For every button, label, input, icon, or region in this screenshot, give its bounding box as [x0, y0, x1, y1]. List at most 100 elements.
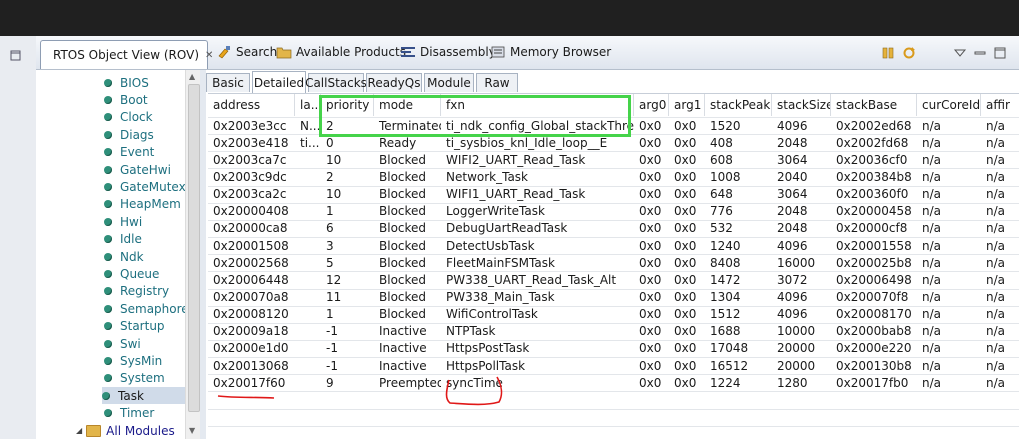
table-cell[interactable]: 9 [321, 374, 374, 391]
table-cell[interactable]: 0x20036cf0 [831, 151, 917, 168]
table-cell[interactable]: 0x200070a8 [208, 289, 295, 306]
tree-item-startup[interactable]: Startup [104, 318, 165, 335]
table-cell[interactable]: Blocked [374, 271, 441, 288]
table-cell[interactable]: 2040 [772, 168, 831, 185]
table-cell[interactable]: 0x20009a18 [208, 323, 295, 340]
table-cell[interactable]: 0x0 [634, 254, 669, 271]
scrollbar-thumb[interactable] [188, 84, 200, 412]
table-cell[interactable]: -1 [321, 323, 374, 340]
table-cell[interactable]: Blocked [374, 186, 441, 203]
table-cell[interactable]: Blocked [374, 254, 441, 271]
table-cell[interactable]: 0x0 [634, 237, 669, 254]
table-cell[interactable]: NTPTask [441, 323, 634, 340]
table-cell[interactable]: 0x0 [634, 117, 669, 134]
table-cell[interactable]: n/a [981, 323, 1019, 340]
tree-item-hwi[interactable]: Hwi [104, 213, 142, 230]
table-cell[interactable]: Blocked [374, 237, 441, 254]
tree-item-gatemutex[interactable]: GateMutex [104, 178, 186, 195]
rov-view-tab[interactable]: RTOS Object View (ROV) ✕ [40, 40, 213, 69]
table-cell[interactable]: 0x0 [669, 374, 705, 391]
table-cell[interactable]: 0x2003c9dc [208, 168, 295, 185]
table-cell[interactable]: 0x20001558 [831, 237, 917, 254]
table-cell[interactable]: 0x2003e418 [208, 134, 295, 151]
table-cell[interactable]: 1 [321, 306, 374, 323]
table-cell[interactable]: n/a [981, 220, 1019, 237]
table-cell[interactable]: n/a [981, 237, 1019, 254]
table-cell[interactable] [295, 203, 321, 220]
table-cell[interactable]: DebugUartReadTask [441, 220, 634, 237]
table-cell[interactable]: 0x20000458 [831, 203, 917, 220]
tree-item-timer[interactable]: Timer [104, 405, 154, 422]
table-cell[interactable]: n/a [917, 271, 981, 288]
table-cell[interactable]: 4096 [772, 117, 831, 134]
table-cell[interactable] [295, 306, 321, 323]
table-cell[interactable]: 6 [321, 220, 374, 237]
table-cell[interactable]: 3 [321, 237, 374, 254]
table-cell[interactable]: 0x0 [634, 357, 669, 374]
table-cell[interactable]: 532 [705, 220, 772, 237]
table-cell[interactable]: 0 [321, 134, 374, 151]
table-cell[interactable]: 1688 [705, 323, 772, 340]
table-cell[interactable]: WIFI2_UART_Read_Task [441, 151, 634, 168]
refresh-icon[interactable] [902, 46, 916, 60]
table-cell[interactable]: HttpsPostTask [441, 340, 634, 357]
column-header-affir[interactable]: affir [981, 94, 1019, 116]
table-cell[interactable] [295, 151, 321, 168]
table-cell[interactable]: 0x0 [669, 340, 705, 357]
table-cell[interactable]: -1 [321, 340, 374, 357]
table-cell[interactable]: 0x0 [669, 220, 705, 237]
table-cell[interactable]: ti_sysbios_knl_Idle_loop__E [441, 134, 634, 151]
tree-item-ndk[interactable]: Ndk [104, 248, 144, 265]
table-cell[interactable]: 2 [321, 117, 374, 134]
table-cell[interactable]: n/a [981, 340, 1019, 357]
table-cell[interactable]: 776 [705, 203, 772, 220]
column-header-fxn[interactable]: fxn [441, 94, 634, 116]
table-cell[interactable]: Network_Task [441, 168, 634, 185]
column-header-curcoreid[interactable]: curCoreId [917, 94, 981, 116]
table-cell[interactable]: n/a [981, 117, 1019, 134]
table-cell[interactable]: 0x0 [669, 323, 705, 340]
table-cell[interactable] [295, 323, 321, 340]
table-cell[interactable]: 1472 [705, 271, 772, 288]
table-cell[interactable]: 1304 [705, 289, 772, 306]
table-cell[interactable]: WifiControlTask [441, 306, 634, 323]
table-cell[interactable]: 0x0 [669, 186, 705, 203]
table-cell[interactable]: 1224 [705, 374, 772, 391]
table-cell[interactable]: 4096 [772, 237, 831, 254]
tree-item-semaphore[interactable]: Semaphore [104, 300, 189, 317]
column-header-address[interactable]: address [208, 94, 295, 116]
tree-item-all-modules[interactable]: ◢ All Modules [76, 422, 175, 439]
table-cell[interactable]: Blocked [374, 306, 441, 323]
tree-item-boot[interactable]: Boot [104, 91, 148, 108]
close-icon[interactable]: ✕ [205, 50, 213, 61]
table-cell[interactable]: n/a [917, 186, 981, 203]
table-cell[interactable]: 0x20000408 [208, 203, 295, 220]
table-cell[interactable]: 2048 [772, 203, 831, 220]
tree-item-clock[interactable]: Clock [104, 109, 153, 126]
tree-item-idle[interactable]: Idle [104, 231, 142, 248]
table-cell[interactable]: 1280 [772, 374, 831, 391]
table-cell[interactable]: 0x20001508 [208, 237, 295, 254]
table-cell[interactable]: 0x200384b8 [831, 168, 917, 185]
restore-icon[interactable] [10, 50, 21, 61]
table-cell[interactable]: 0x0 [634, 134, 669, 151]
table-cell[interactable]: Inactive [374, 340, 441, 357]
tree-item-queue[interactable]: Queue [104, 265, 159, 282]
table-cell[interactable]: Inactive [374, 323, 441, 340]
tree-item-swi[interactable]: Swi [104, 335, 141, 352]
table-cell[interactable]: 0x0 [669, 271, 705, 288]
column-header-arg1[interactable]: arg1 [669, 94, 705, 116]
table-cell[interactable]: n/a [917, 306, 981, 323]
table-cell[interactable]: 1008 [705, 168, 772, 185]
tree-item-sysmin[interactable]: SysMin [104, 352, 162, 369]
table-cell[interactable]: n/a [981, 271, 1019, 288]
table-cell[interactable]: n/a [981, 168, 1019, 185]
table-cell[interactable]: 10 [321, 186, 374, 203]
table-cell[interactable]: 0x0 [669, 306, 705, 323]
table-cell[interactable]: 0x2003ca7c [208, 151, 295, 168]
tree-item-bios[interactable]: BIOS [104, 74, 149, 91]
table-cell[interactable]: 0x2000e220 [831, 340, 917, 357]
table-cell[interactable]: 8408 [705, 254, 772, 271]
table-cell[interactable]: PW338_Main_Task [441, 289, 634, 306]
tree-item-system[interactable]: System [104, 370, 165, 387]
